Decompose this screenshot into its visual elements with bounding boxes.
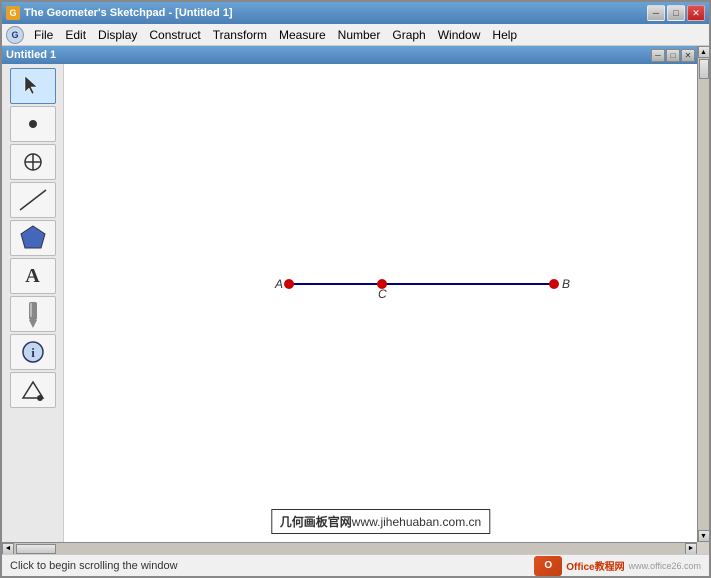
svg-text:i: i — [31, 345, 35, 360]
text-icon: A — [25, 265, 39, 288]
label-b: B — [562, 277, 570, 291]
status-bar: Click to begin scrolling the window O Of… — [2, 554, 709, 576]
inner-window-title: Untitled 1 — [6, 49, 56, 61]
scroll-down-button[interactable]: ▼ — [698, 530, 710, 542]
scroll-track-h[interactable] — [14, 543, 685, 555]
mdi-area: Untitled 1 ─ □ ✕ — [2, 46, 709, 554]
select-tool[interactable] — [10, 68, 56, 104]
main-window: G The Geometer's Sketchpad - [Untitled 1… — [0, 0, 711, 578]
point-tool[interactable] — [10, 106, 56, 142]
label-c: C — [378, 287, 387, 301]
menu-transform[interactable]: Transform — [207, 26, 273, 44]
menu-construct[interactable]: Construct — [143, 26, 206, 44]
canvas-svg: A C B — [64, 64, 697, 542]
title-bar: G The Geometer's Sketchpad - [Untitled 1… — [2, 2, 709, 24]
arrow-icon — [23, 74, 43, 98]
scroll-thumb-h[interactable] — [16, 544, 56, 554]
text-tool[interactable]: A — [10, 258, 56, 294]
custom-tool[interactable] — [10, 372, 56, 408]
status-logo: O Office教程网 www.office26.com — [534, 556, 701, 576]
menu-window[interactable]: Window — [432, 26, 487, 44]
scroll-up-button[interactable]: ▲ — [698, 46, 710, 58]
menu-edit[interactable]: Edit — [59, 26, 92, 44]
watermark: 几何画板官网 www.jihehuaban.com.cn — [271, 509, 490, 534]
app-icon: G — [6, 6, 20, 20]
title-bar-left: G The Geometer's Sketchpad - [Untitled 1… — [6, 6, 233, 20]
inner-title-controls: ─ □ ✕ — [651, 49, 695, 62]
title-bar-controls: ─ □ ✕ — [647, 5, 705, 21]
line-icon — [18, 188, 48, 212]
line-tool[interactable] — [10, 182, 56, 218]
bottom-scrollbar: ◄ ► — [2, 542, 697, 554]
maximize-button[interactable]: □ — [667, 5, 685, 21]
office-logo-icon: O — [534, 556, 562, 576]
toolbar: A i — [2, 64, 64, 542]
menu-display[interactable]: Display — [92, 26, 143, 44]
menu-measure[interactable]: Measure — [273, 26, 332, 44]
marker-icon — [21, 300, 45, 328]
office-logo-text: Office教程网 — [566, 558, 624, 573]
compass-icon — [21, 150, 45, 174]
inner-window: Untitled 1 ─ □ ✕ — [2, 46, 697, 542]
custom-icon — [19, 378, 47, 402]
info-tool[interactable]: i — [10, 334, 56, 370]
scroll-left-button[interactable]: ◄ — [2, 543, 14, 555]
scrollbar-corner — [697, 542, 709, 554]
dot-icon — [23, 114, 43, 134]
inner-close-button[interactable]: ✕ — [681, 49, 695, 62]
office-url: www.office26.com — [629, 561, 701, 571]
watermark-prefix: 几何画板官网 — [280, 513, 352, 530]
status-text: Click to begin scrolling the window — [10, 560, 534, 572]
window-title: The Geometer's Sketchpad - [Untitled 1] — [24, 7, 233, 19]
menu-file[interactable]: File — [28, 26, 59, 44]
minimize-button[interactable]: ─ — [647, 5, 665, 21]
watermark-text: www.jihehuaban.com.cn — [352, 515, 481, 529]
canvas-area[interactable]: A C B 几何画板官网 www.jihehuaban.com.cn — [64, 64, 697, 542]
menu-number[interactable]: Number — [332, 26, 387, 44]
info-icon: i — [21, 340, 45, 364]
close-button[interactable]: ✕ — [687, 5, 705, 21]
marker-tool[interactable] — [10, 296, 56, 332]
compass-tool[interactable] — [10, 144, 56, 180]
point-b — [549, 279, 559, 289]
content-area: A i — [2, 64, 697, 542]
scroll-track-v[interactable] — [698, 58, 710, 530]
menu-help[interactable]: Help — [486, 26, 523, 44]
point-a — [284, 279, 294, 289]
menu-graph[interactable]: Graph — [386, 26, 431, 44]
inner-title-bar: Untitled 1 ─ □ ✕ — [2, 46, 697, 64]
polygon-tool[interactable] — [10, 220, 56, 256]
scroll-thumb-v[interactable] — [699, 59, 709, 79]
inner-maximize-button[interactable]: □ — [666, 49, 680, 62]
inner-minimize-button[interactable]: ─ — [651, 49, 665, 62]
scroll-right-button[interactable]: ► — [685, 543, 697, 555]
menu-bar: G File Edit Display Construct Transform … — [2, 24, 709, 46]
polygon-icon — [19, 224, 47, 252]
app-menu-icon[interactable]: G — [6, 26, 24, 44]
label-a: A — [274, 277, 283, 291]
right-scrollbar: ▲ ▼ — [697, 46, 709, 542]
